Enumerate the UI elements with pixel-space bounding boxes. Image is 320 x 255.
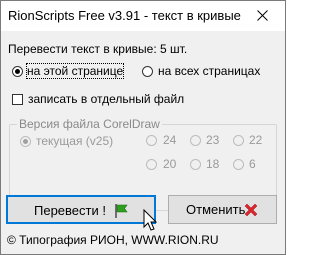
radio-version-current-label[interactable]: текущая (v25)	[36, 134, 113, 148]
mouse-cursor-icon	[143, 209, 158, 231]
cancel-button-label: Отменить	[186, 202, 246, 217]
radio-version-20-indicator[interactable]	[146, 159, 157, 170]
green-flag-icon	[115, 204, 128, 218]
cancel-button[interactable]: Отменить	[168, 195, 277, 224]
radio-version-22-indicator[interactable]	[233, 135, 244, 146]
radio-version-20-label[interactable]: 20	[163, 157, 176, 171]
close-icon	[257, 10, 268, 21]
radio-version-23-label[interactable]: 23	[206, 133, 219, 147]
title-bar[interactable]: RionScripts Free v3.91 - текст в кривые	[1, 1, 285, 31]
convert-button[interactable]: Перевести !	[6, 195, 156, 224]
radio-version-6-indicator[interactable]	[233, 159, 244, 170]
radio-this-page-label[interactable]: на этой странице	[25, 63, 125, 79]
radio-version-18-label[interactable]: 18	[206, 157, 219, 171]
separate-file-label[interactable]: записать в отдельный файл	[28, 92, 184, 106]
radio-version-current-indicator[interactable]	[20, 136, 31, 147]
dialog-body: Перевести текст в кривые: 5 шт. на этой …	[1, 31, 285, 254]
dialog-window: RionScripts Free v3.91 - текст в кривые …	[0, 0, 286, 255]
radio-all-pages-label[interactable]: на всех страницах	[158, 64, 260, 78]
radio-all-pages-indicator[interactable]	[142, 66, 153, 77]
version-group-title: Версия файла CorelDraw	[17, 117, 162, 131]
summary-label: Перевести текст в кривые: 5 шт.	[8, 42, 188, 56]
footer-copyright: © Типография РИОН, WWW.RION.RU	[7, 233, 219, 247]
radio-version-22-label[interactable]: 22	[249, 133, 262, 147]
red-x-icon	[244, 203, 258, 217]
separate-file-checkbox-box[interactable]	[12, 94, 23, 105]
radio-version-24-indicator[interactable]	[146, 135, 157, 146]
radio-version-23-indicator[interactable]	[190, 135, 201, 146]
radio-version-24-label[interactable]: 24	[163, 133, 176, 147]
radio-version-18-indicator[interactable]	[190, 159, 201, 170]
convert-button-label: Перевести !	[34, 203, 106, 218]
radio-this-page-indicator[interactable]	[12, 66, 23, 77]
radio-version-6-label[interactable]: 6	[249, 157, 256, 171]
window-title: RionScripts Free v3.91 - текст в кривые	[8, 8, 241, 23]
close-button[interactable]	[241, 1, 285, 31]
